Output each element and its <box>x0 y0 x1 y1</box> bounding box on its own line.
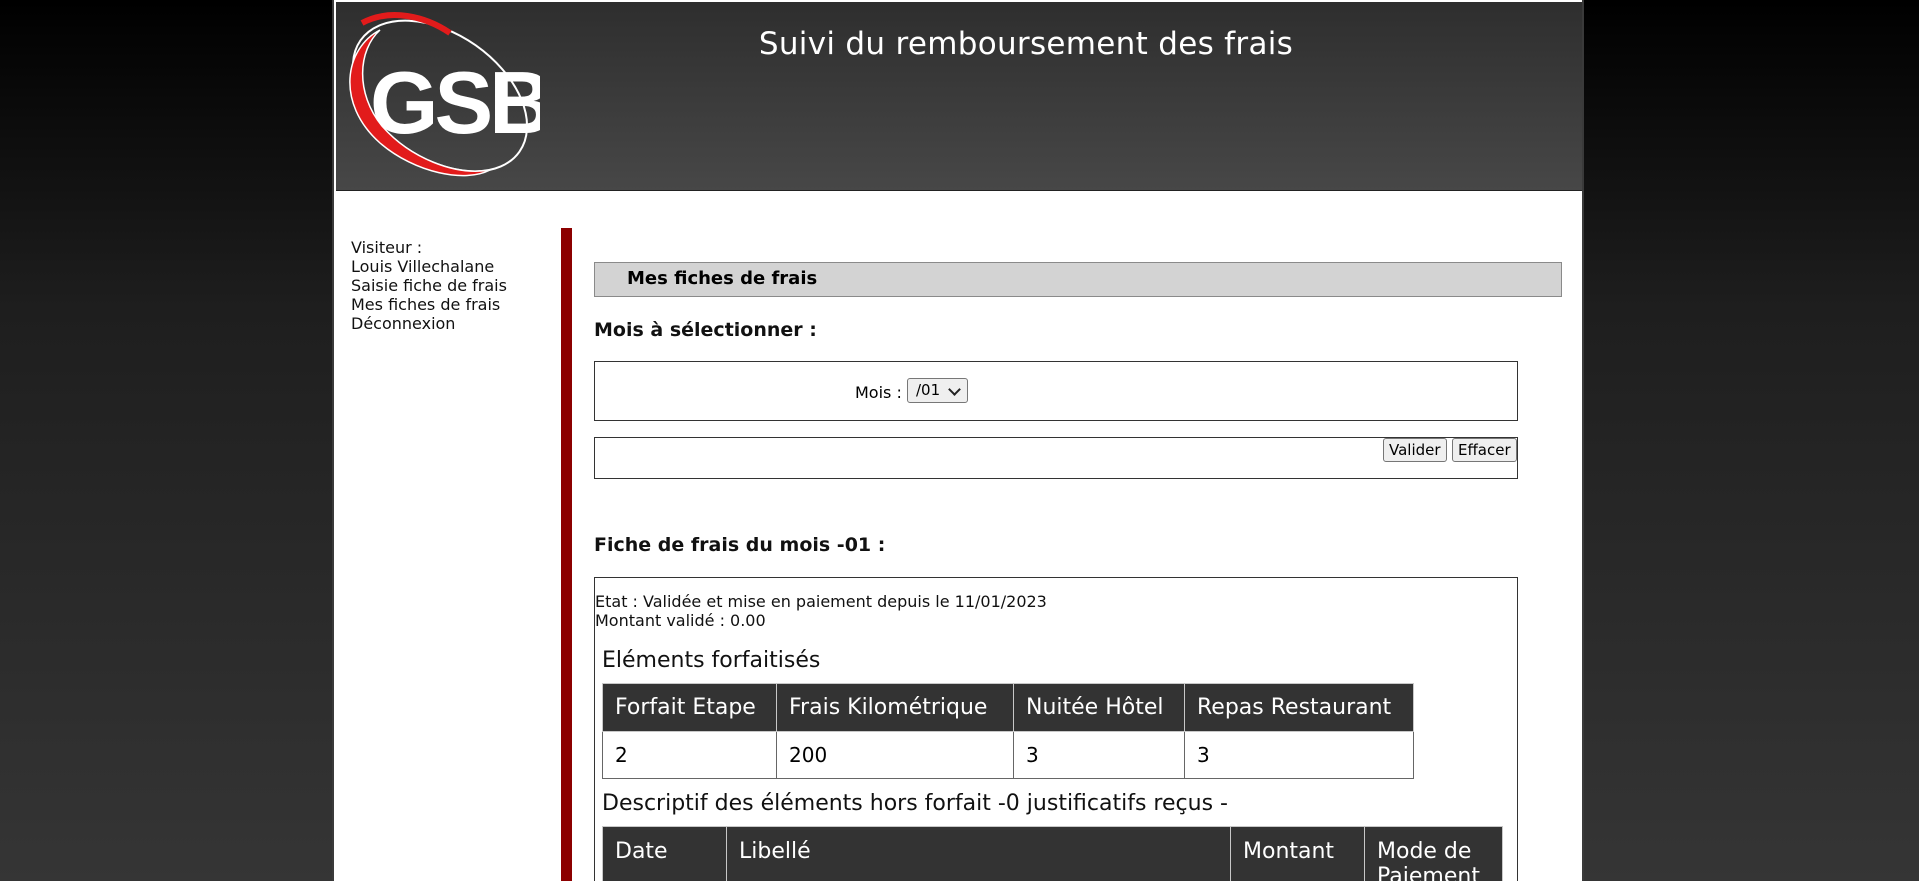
montant-text: Montant validé : 0.00 <box>595 611 766 630</box>
table-row: 2 200 3 3 <box>602 731 1414 779</box>
table-header-row: Date Libellé Montant Mode de Paiement <box>602 826 1503 881</box>
table-header-cell: Mode de Paiement <box>1364 826 1503 881</box>
table-cell: 3 <box>1013 731 1185 779</box>
month-select-box: Mois : /01 <box>594 361 1518 421</box>
visitor-name: Louis Villechalane <box>351 257 495 276</box>
mois-select[interactable]: /01 <box>907 378 968 403</box>
table-header-cell: Nuitée Hôtel <box>1013 683 1185 732</box>
sidebar: Visiteur : Louis Villechalane Saisie fic… <box>351 238 531 333</box>
table-header-cell: Repas Restaurant <box>1184 683 1414 732</box>
select-heading: Mois à sélectionner : <box>594 319 817 341</box>
gsb-logo: GSB <box>349 12 540 177</box>
mois-selected-value: /01 <box>916 381 941 399</box>
table-header-row: Forfait Etape Frais Kilométrique Nuitée … <box>602 683 1414 732</box>
visitor-label: Visiteur : <box>351 238 423 257</box>
table-header-cell: Forfait Etape <box>602 683 777 732</box>
table-cell: 200 <box>776 731 1014 779</box>
hors-forfait-heading: Descriptif des éléments hors forfait -0 … <box>602 791 1228 816</box>
logo-text: GSB <box>370 53 540 152</box>
fiche-heading: Fiche de frais du mois -01 : <box>594 534 886 556</box>
accent-bar <box>561 228 572 881</box>
app-title: Suivi du remboursement des frais <box>758 26 1294 62</box>
table-cell: 3 <box>1184 731 1414 779</box>
page-title-band: Mes fiches de frais <box>594 262 1562 297</box>
effacer-button[interactable]: Effacer <box>1452 438 1517 462</box>
table-header-cell: Date <box>602 826 727 881</box>
fiche-info: Etat : Validée et mise en paiement depui… <box>595 592 1047 630</box>
page-container: GSB Suivi du remboursement des frais Vis… <box>332 0 1584 881</box>
header: GSB Suivi du remboursement des frais <box>336 2 1582 191</box>
sidebar-item-deconnexion[interactable]: Déconnexion <box>351 314 531 333</box>
chevron-down-icon <box>948 383 961 396</box>
mois-label: Mois : <box>855 383 902 402</box>
table-header-cell: Montant <box>1230 826 1365 881</box>
hors-forfait-table: Date Libellé Montant Mode de Paiement <box>602 826 1503 881</box>
page-title: Mes fiches de frais <box>627 268 818 289</box>
forfait-heading: Eléments forfaitisés <box>602 648 821 673</box>
forfait-table: Forfait Etape Frais Kilométrique Nuitée … <box>602 683 1414 779</box>
table-header-cell: Frais Kilométrique <box>776 683 1014 732</box>
valider-button[interactable]: Valider <box>1383 438 1447 462</box>
sidebar-item-mes-fiches[interactable]: Mes fiches de frais <box>351 295 531 314</box>
form-buttons-box: Valider Effacer <box>594 437 1518 479</box>
sidebar-item-saisie-fiche[interactable]: Saisie fiche de frais <box>351 276 531 295</box>
etat-text: Etat : Validée et mise en paiement depui… <box>595 592 1047 611</box>
fiche-details-box: Etat : Validée et mise en paiement depui… <box>594 577 1518 881</box>
table-cell: 2 <box>602 731 777 779</box>
table-header-cell: Libellé <box>726 826 1231 881</box>
